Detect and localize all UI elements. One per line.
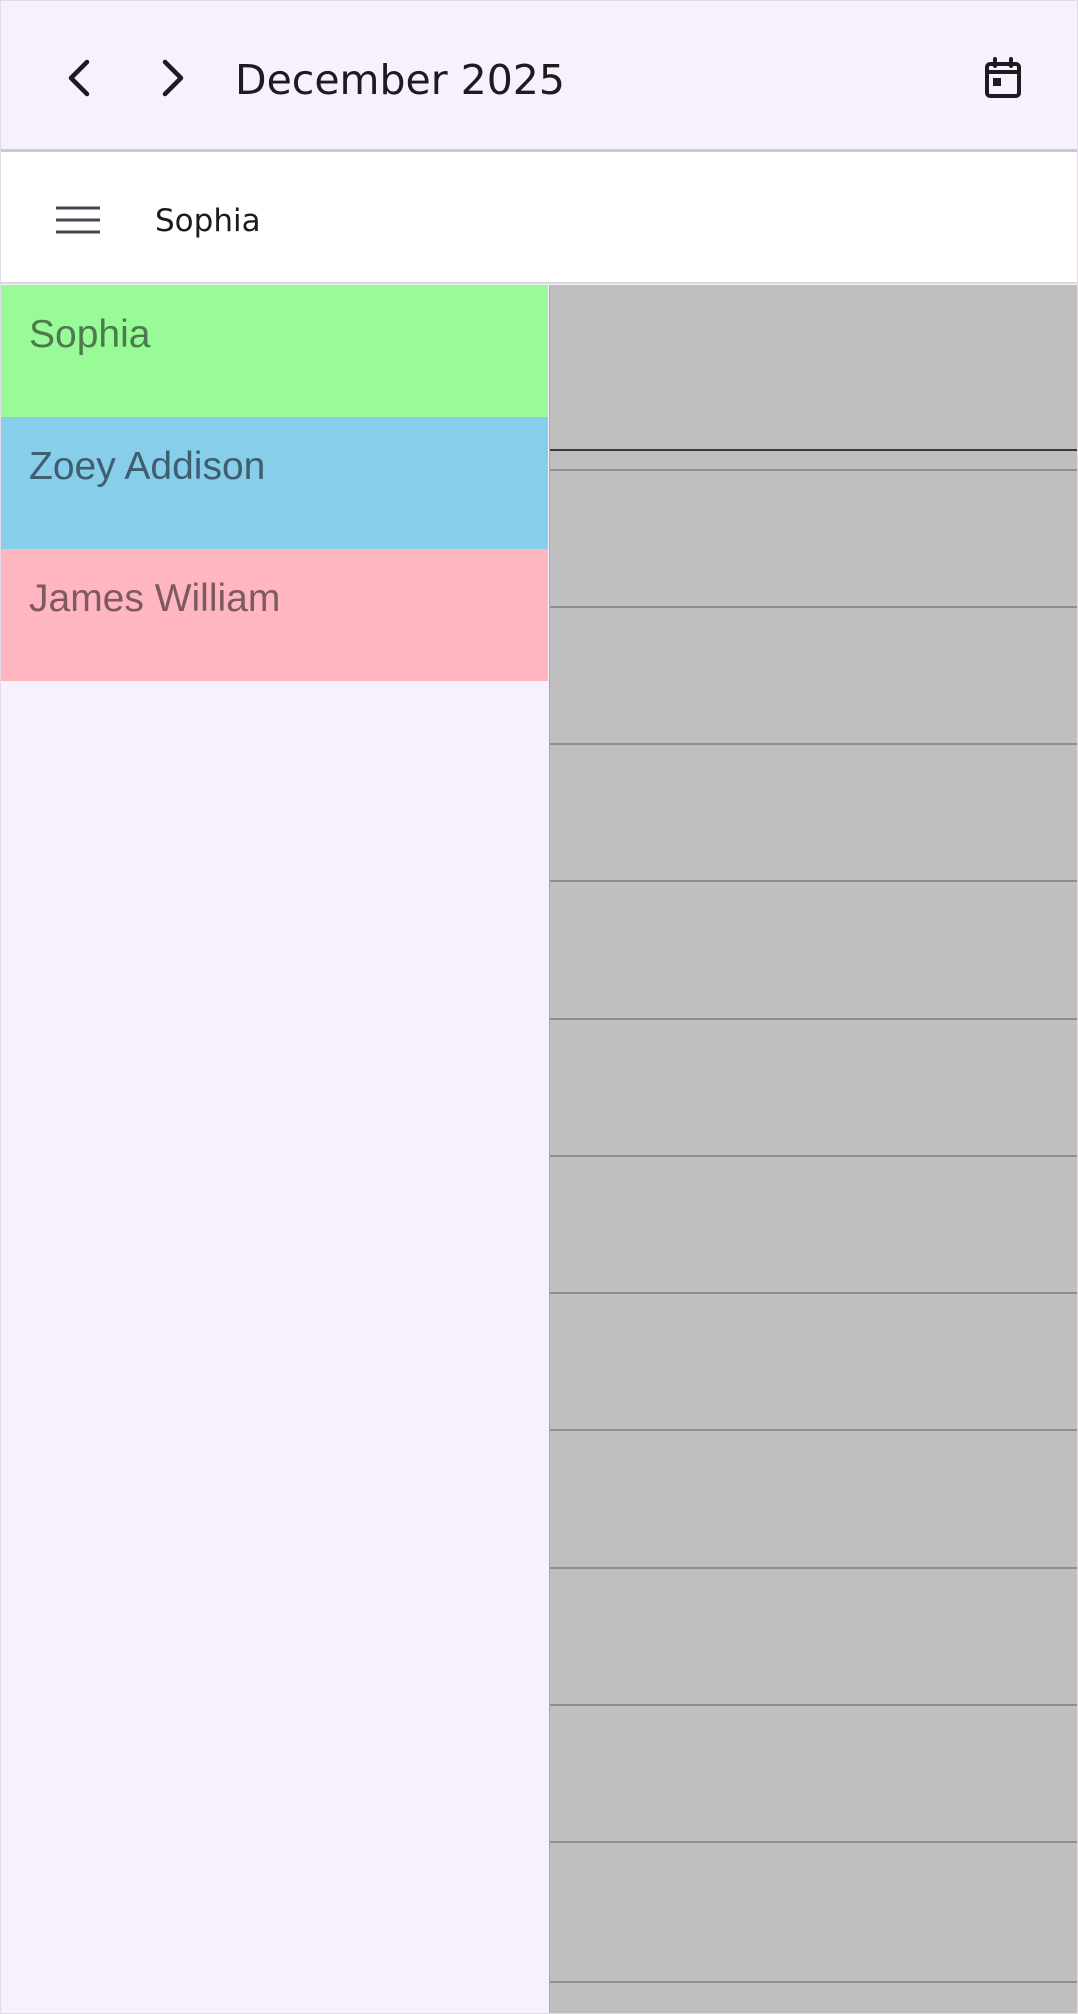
resource-label: James William xyxy=(29,577,281,620)
resource-list: Sophia Zoey Addison James William xyxy=(1,285,549,2013)
selected-resource-label: Sophia xyxy=(155,203,261,239)
calendar-header: December 2025 xyxy=(1,1,1077,152)
current-time-indicator xyxy=(550,449,1077,451)
hamburger-menu-icon xyxy=(56,206,100,234)
time-slot-line xyxy=(550,1155,1077,1157)
time-slot-line xyxy=(550,1018,1077,1020)
time-slot-line xyxy=(550,606,1077,608)
time-slot-line xyxy=(550,880,1077,882)
resource-item-james-william[interactable]: James William xyxy=(1,549,548,681)
resource-menu-button[interactable] xyxy=(45,187,111,253)
time-slot-line xyxy=(550,1429,1077,1431)
app-frame: December 2025 Sophia Sophia Zoey Addison xyxy=(0,0,1078,2014)
time-slot-line xyxy=(550,469,1077,471)
resource-label: Sophia xyxy=(29,313,151,356)
today-button[interactable] xyxy=(967,45,1039,111)
time-slot-line xyxy=(550,1567,1077,1569)
time-slot-line xyxy=(550,1981,1077,1983)
timeline-grid[interactable] xyxy=(549,285,1077,2013)
resource-item-zoey-addison[interactable]: Zoey Addison xyxy=(1,417,548,549)
chevron-left-icon xyxy=(68,59,90,97)
chevron-right-icon xyxy=(162,59,184,97)
resource-label: Zoey Addison xyxy=(29,445,266,488)
calendar-today-icon xyxy=(985,57,1021,98)
time-slot-line xyxy=(550,1704,1077,1706)
time-slot-line xyxy=(550,743,1077,745)
next-month-button[interactable] xyxy=(145,43,201,113)
previous-month-button[interactable] xyxy=(51,43,107,113)
month-year-title[interactable]: December 2025 xyxy=(235,49,565,111)
time-slot-line xyxy=(550,1292,1077,1294)
time-slot-line xyxy=(550,1841,1077,1843)
resource-item-sophia[interactable]: Sophia xyxy=(1,285,548,417)
